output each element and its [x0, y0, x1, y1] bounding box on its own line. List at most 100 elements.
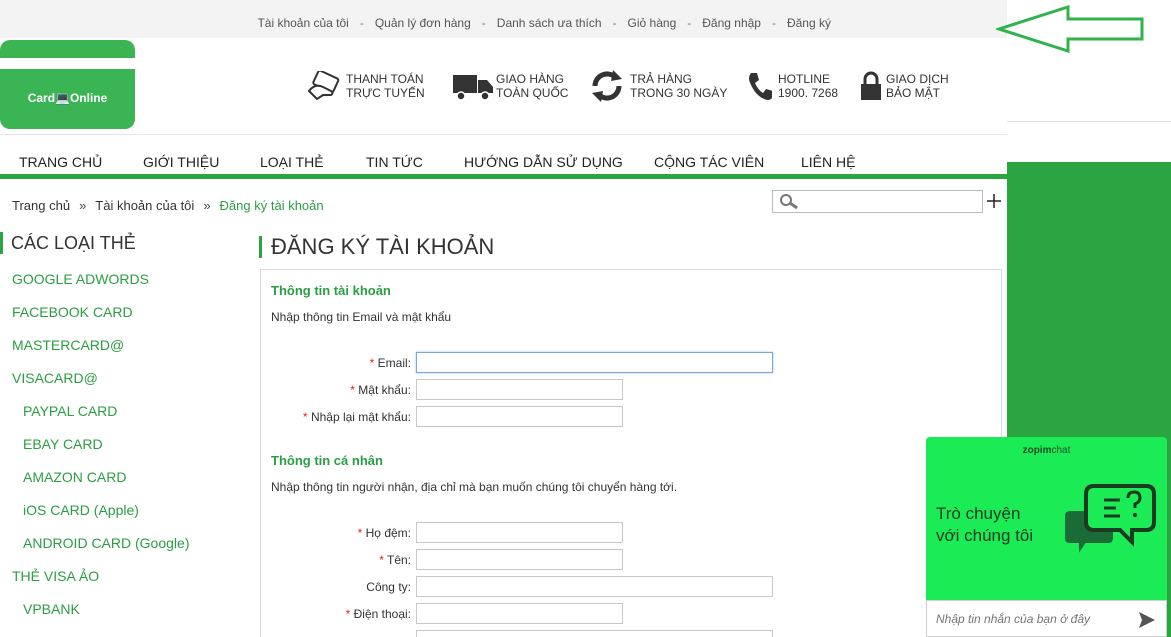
feature-strip: THANH TOÁN TRỰC TUYẾN GIAO HÀNG TOÀN QUỐ…: [0, 66, 1007, 116]
required-mark: *: [350, 383, 355, 397]
breadcrumb-my-account[interactable]: Tài khoản của tôi: [95, 198, 194, 213]
sidebar-item-visacard[interactable]: VISACARD@: [12, 370, 98, 386]
email-field[interactable]: [416, 352, 773, 373]
top-link-my-account[interactable]: Tài khoản của tôi: [257, 16, 348, 30]
top-link-separator: -: [612, 16, 617, 30]
address-field[interactable]: [416, 630, 773, 637]
chat-brand: zopimchat: [926, 445, 1167, 456]
nav-contact[interactable]: LIÊN HỆ: [801, 150, 855, 170]
feature-line1: TRẢ HÀNG: [630, 72, 693, 86]
chat-input-bar: [926, 600, 1167, 637]
required-mark: *: [345, 607, 351, 621]
feature-line2: TOÀN QUỐC: [496, 86, 569, 100]
label-text: Tên:: [386, 553, 411, 567]
feature-text: THANH TOÁN TRỰC TUYẾN: [346, 72, 425, 100]
top-links: Tài khoản của tôi - Quản lý đơn hàng - D…: [257, 16, 831, 30]
sidebar-item-paypal-card[interactable]: PAYPAL CARD: [23, 403, 117, 419]
feature-text: HOTLINE 1900. 7268: [778, 72, 838, 100]
top-link-wishlist[interactable]: Danh sách ưa thích: [497, 16, 602, 30]
chat-widget[interactable]: zopimchat Trò chuyện với chúng tôi: [926, 437, 1167, 637]
breadcrumb-home[interactable]: Trang chủ: [12, 198, 70, 213]
feature-line2: 1900. 7268: [778, 86, 839, 100]
top-link-separator: -: [687, 16, 692, 30]
nav-news[interactable]: TIN TỨC: [366, 150, 423, 170]
padlock-icon: [856, 66, 886, 106]
chat-message-input[interactable]: [936, 610, 1126, 628]
required-mark: *: [357, 526, 363, 540]
sidebar-item-amazon-card[interactable]: AMAZON CARD: [23, 469, 126, 485]
feature-text: GIAO DỊCH BẢO MẬT: [886, 72, 949, 100]
breadcrumb-separator: »: [79, 198, 87, 213]
label-text: Điện thoại:: [353, 607, 411, 621]
feature-hotline: HOTLINE 1900. 7268: [740, 66, 838, 106]
confirm-password-field[interactable]: [416, 406, 623, 427]
first-name-label: * Tên:: [261, 553, 411, 567]
sidebar-item-ios-card[interactable]: iOS CARD (Apple): [23, 502, 139, 518]
sidebar-item-mastercard[interactable]: MASTERCARD@: [12, 337, 124, 353]
chat-brand-bold: zopim: [1022, 445, 1052, 456]
main-nav: TRANG CHỦ GIỚI THIỆU LOẠI THẺ TIN TỨC HƯ…: [0, 150, 1007, 174]
account-section-desc: Nhập thông tin Email và mật khẩu: [271, 310, 452, 324]
confirm-password-label: * Nhập lại mật khẩu:: [261, 410, 411, 424]
card-payment-icon: [306, 66, 346, 106]
label-text: Email:: [377, 356, 411, 370]
feature-text: GIAO HÀNG TOÀN QUỐC: [496, 72, 568, 100]
return-arrows-icon: [584, 66, 630, 106]
top-utility-bar: Tài khoản của tôi - Quản lý đơn hàng - D…: [0, 0, 1007, 38]
company-field[interactable]: [416, 576, 773, 597]
sidebar-item-google-adwords[interactable]: GOOGLE ADWORDS: [12, 271, 149, 287]
company-label: Công ty:: [366, 580, 411, 594]
top-link-register[interactable]: Đăng ký: [787, 16, 831, 30]
feature-line1: HOTLINE: [778, 72, 831, 86]
annotation-arrow-icon: [996, 5, 1144, 53]
breadcrumb: Trang chủ » Tài khoản của tôi » Đăng ký …: [12, 198, 324, 213]
feature-line1: THANH TOÁN: [346, 72, 424, 86]
personal-section-title: Thông tin cá nhân: [271, 453, 383, 468]
feature-nationwide-delivery: GIAO HÀNG TOÀN QUỐC: [450, 66, 568, 106]
top-link-separator: -: [481, 16, 486, 30]
registration-form-panel: Thông tin tài khoản Nhập thông tin Email…: [260, 269, 1002, 637]
sidebar-item-android-card[interactable]: ANDROID CARD (Google): [23, 535, 189, 551]
header-divider: [0, 134, 1007, 135]
search-box: [772, 190, 983, 213]
middle-name-label: * Họ đệm:: [261, 526, 411, 540]
feature-online-payment: THANH TOÁN TRỰC TUYẾN: [306, 66, 425, 106]
nav-card-types[interactable]: LOẠI THẺ: [260, 150, 324, 170]
nav-user-guide[interactable]: HƯỚNG DẪN SỬ DỤNG: [464, 150, 623, 170]
breadcrumb-current: Đăng ký tài khoản: [219, 198, 324, 213]
password-field[interactable]: [416, 379, 623, 400]
nav-about[interactable]: GIỚI THIỆU: [143, 150, 219, 170]
phone-icon: [740, 66, 778, 106]
sidebar-item-virtual-visa[interactable]: THẺ VISA ẢO: [12, 568, 99, 584]
search-icon[interactable]: [779, 194, 799, 210]
phone-label: * Điện thoại:: [261, 607, 411, 621]
plus-icon[interactable]: [986, 193, 1002, 209]
first-name-field[interactable]: [416, 549, 623, 570]
send-icon[interactable]: [1138, 611, 1156, 629]
feature-line2: TRỰC TUYẾN: [346, 86, 425, 100]
top-link-separator: -: [771, 16, 776, 30]
middle-name-field[interactable]: [416, 522, 623, 543]
top-link-login[interactable]: Đăng nhập: [702, 16, 761, 30]
sidebar-item-vpbank[interactable]: VPBANK: [23, 601, 80, 617]
feature-text: TRẢ HÀNG TRONG 30 NGÀY: [630, 72, 727, 100]
top-link-order-management[interactable]: Quản lý đơn hàng: [375, 16, 471, 30]
sidebar-title: CÁC LOẠI THẺ: [0, 232, 136, 254]
page-title: ĐĂNG KÝ TÀI KHOẢN: [259, 236, 494, 258]
label-text: Nhập lại mật khẩu:: [310, 410, 411, 424]
sidebar-item-facebook-card[interactable]: FACEBOOK CARD: [12, 304, 133, 320]
chat-bubbles-icon: [1064, 484, 1156, 560]
sidebar-item-ebay-card[interactable]: EBAY CARD: [23, 436, 103, 452]
feature-line2: BẢO MẬT: [886, 86, 941, 100]
phone-field[interactable]: [416, 603, 623, 624]
password-label: * Mật khẩu:: [261, 383, 411, 397]
delivery-truck-icon: [450, 66, 496, 106]
label-text: Mật khẩu:: [358, 383, 411, 397]
feature-line2: TRONG 30 NGÀY: [630, 86, 728, 100]
nav-home[interactable]: TRANG CHỦ: [19, 150, 102, 170]
breadcrumb-separator: »: [203, 198, 211, 213]
search-input[interactable]: [801, 193, 979, 210]
nav-collaborators[interactable]: CỘNG TÁC VIÊN: [654, 150, 764, 170]
chat-brand-thin: chat: [1051, 445, 1071, 456]
top-link-cart[interactable]: Giỏ hàng: [628, 16, 677, 30]
